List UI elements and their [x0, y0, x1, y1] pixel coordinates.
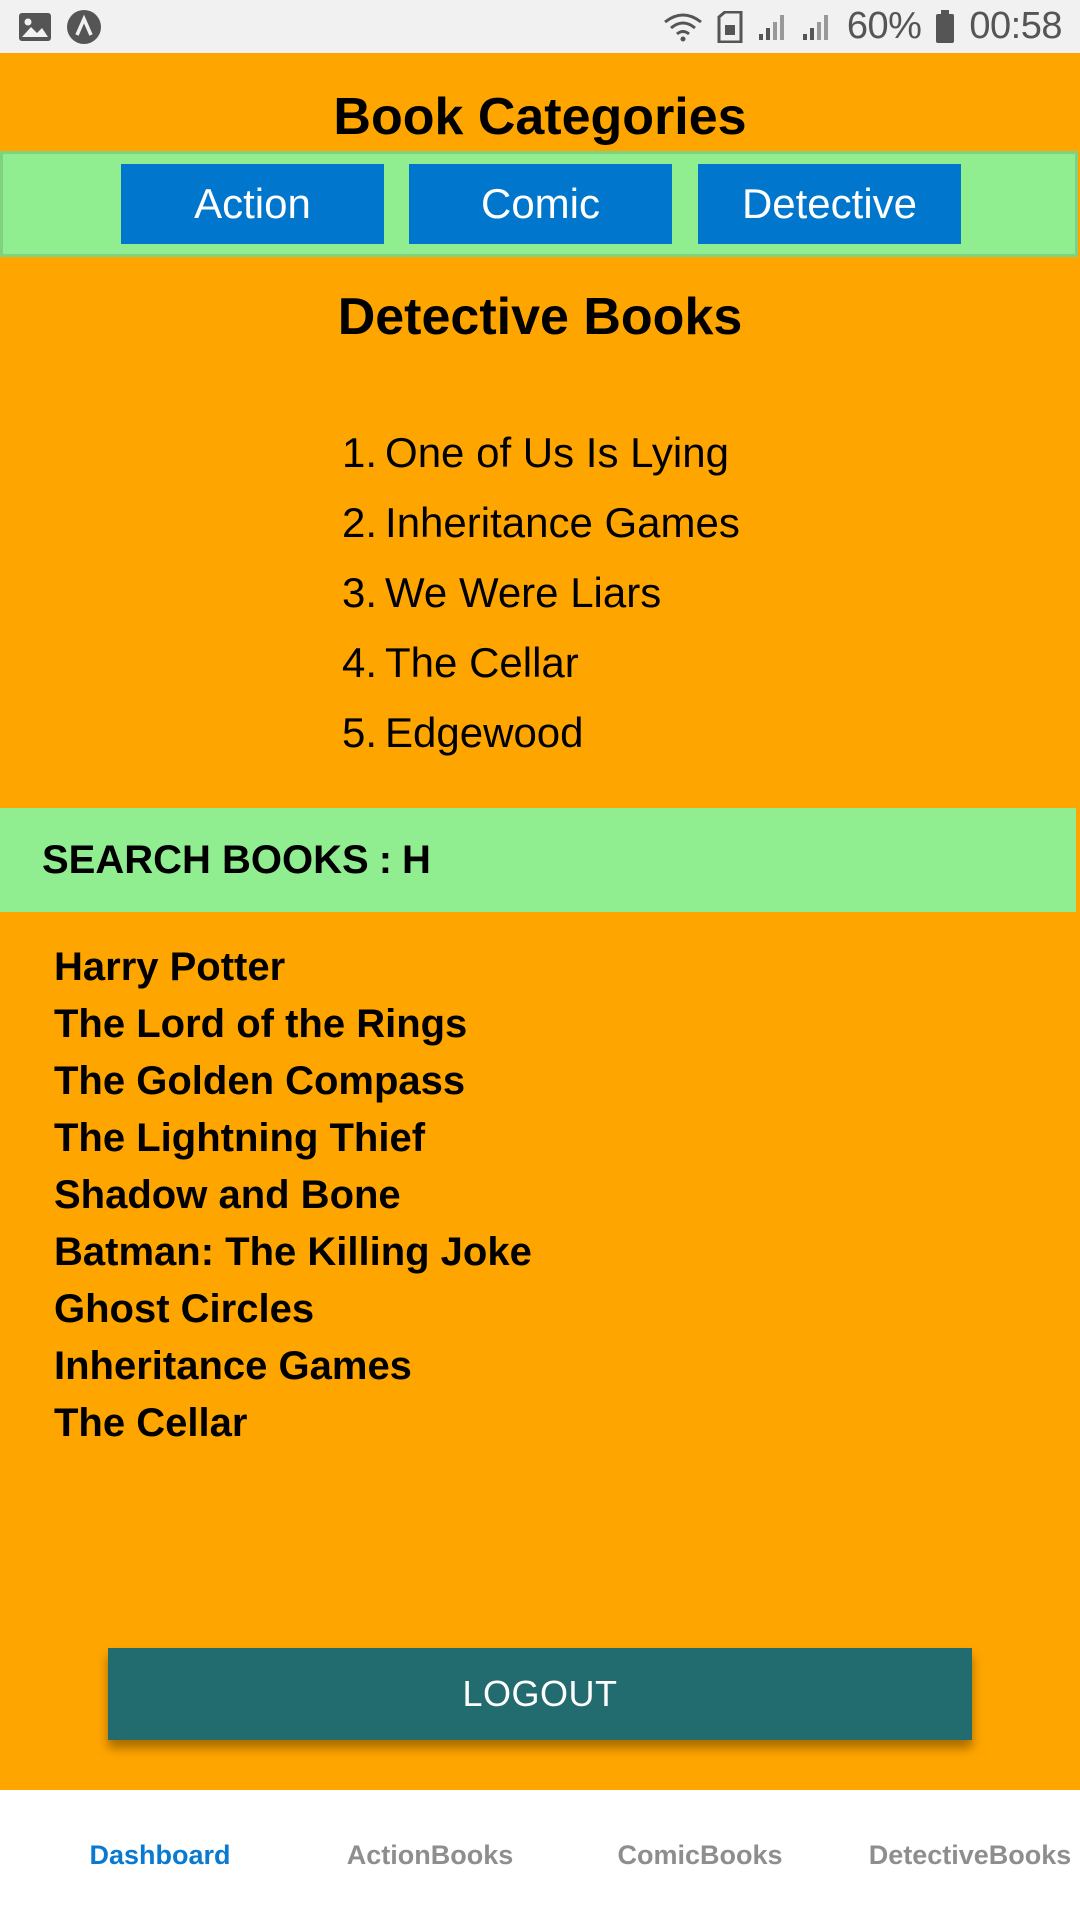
result-item[interactable]: The Lightning Thief: [54, 1110, 532, 1167]
battery-percent: 60%: [846, 5, 922, 47]
screen: 60% 00:58 Book Categories Action Comic D…: [0, 0, 1080, 1920]
detective-book-list: 1. One of Us Is Lying 2. Inheritance Games…: [342, 418, 740, 768]
list-item-title: One of Us Is Lying: [385, 429, 729, 476]
category-bar: Action Comic Detective: [0, 151, 1078, 257]
app-notification-icon: [66, 9, 102, 45]
tab-detective-books[interactable]: DetectiveBooks: [860, 1790, 1080, 1920]
result-item[interactable]: Inheritance Games: [54, 1338, 532, 1395]
signal-icon: [757, 12, 787, 42]
tab-dashboard[interactable]: Dashboard: [60, 1790, 260, 1920]
page-title: Book Categories: [333, 88, 747, 146]
list-item-number: 2.: [342, 499, 378, 546]
result-item[interactable]: The Lord of the Rings: [54, 996, 532, 1053]
list-item-number: 3.: [342, 569, 378, 616]
search-label: SEARCH BOOKS: [42, 837, 369, 882]
result-item[interactable]: The Cellar: [54, 1395, 532, 1452]
result-item[interactable]: The Golden Compass: [54, 1053, 532, 1110]
status-bar-left: [18, 9, 102, 45]
search-field[interactable]: SEARCH BOOKS : H: [0, 808, 1076, 912]
search-results-list: Harry Potter The Lord of the Rings The G…: [54, 939, 532, 1452]
logout-button[interactable]: LOGOUT: [108, 1648, 972, 1740]
search-input-value[interactable]: H: [402, 838, 431, 883]
battery-icon: [935, 9, 955, 44]
result-item[interactable]: Harry Potter: [54, 939, 532, 996]
list-item: 4. The Cellar: [342, 628, 740, 698]
status-bar-right: 60% 00:58: [663, 5, 1062, 48]
clock: 00:58: [969, 5, 1062, 47]
result-item[interactable]: Shadow and Bone: [54, 1167, 532, 1224]
result-item[interactable]: Ghost Circles: [54, 1281, 532, 1338]
action-category-button[interactable]: Action: [121, 164, 384, 244]
sim-icon: [717, 10, 743, 43]
tab-action-books[interactable]: ActionBooks: [330, 1790, 530, 1920]
list-item-number: 1.: [342, 429, 378, 476]
list-item: 2. Inheritance Games: [342, 488, 740, 558]
result-item[interactable]: Batman: The Killing Joke: [54, 1224, 532, 1281]
list-item: 3. We Were Liars: [342, 558, 740, 628]
list-item-title: The Cellar: [385, 639, 579, 686]
status-bar: 60% 00:58: [0, 0, 1080, 53]
list-item: 5. Edgewood: [342, 698, 740, 768]
list-item-title: We Were Liars: [385, 569, 662, 616]
search-separator: :: [378, 837, 393, 882]
section-title: Detective Books: [337, 288, 743, 346]
list-item: 1. One of Us Is Lying: [342, 418, 740, 488]
bottom-tab-bar: Dashboard ActionBooks ComicBooks Detecti…: [0, 1790, 1080, 1920]
list-item-number: 5.: [342, 709, 378, 756]
list-item-title: Inheritance Games: [385, 499, 740, 546]
wifi-icon: [663, 12, 703, 42]
comic-category-button[interactable]: Comic: [409, 164, 672, 244]
list-item-number: 4.: [342, 639, 378, 686]
image-icon: [18, 12, 52, 42]
list-item-title: Edgewood: [385, 709, 584, 756]
tab-comic-books[interactable]: ComicBooks: [600, 1790, 800, 1920]
main-content: Book Categories Action Comic Detective D…: [0, 53, 1080, 1790]
detective-category-button[interactable]: Detective: [698, 164, 961, 244]
signal-icon: [801, 12, 831, 42]
